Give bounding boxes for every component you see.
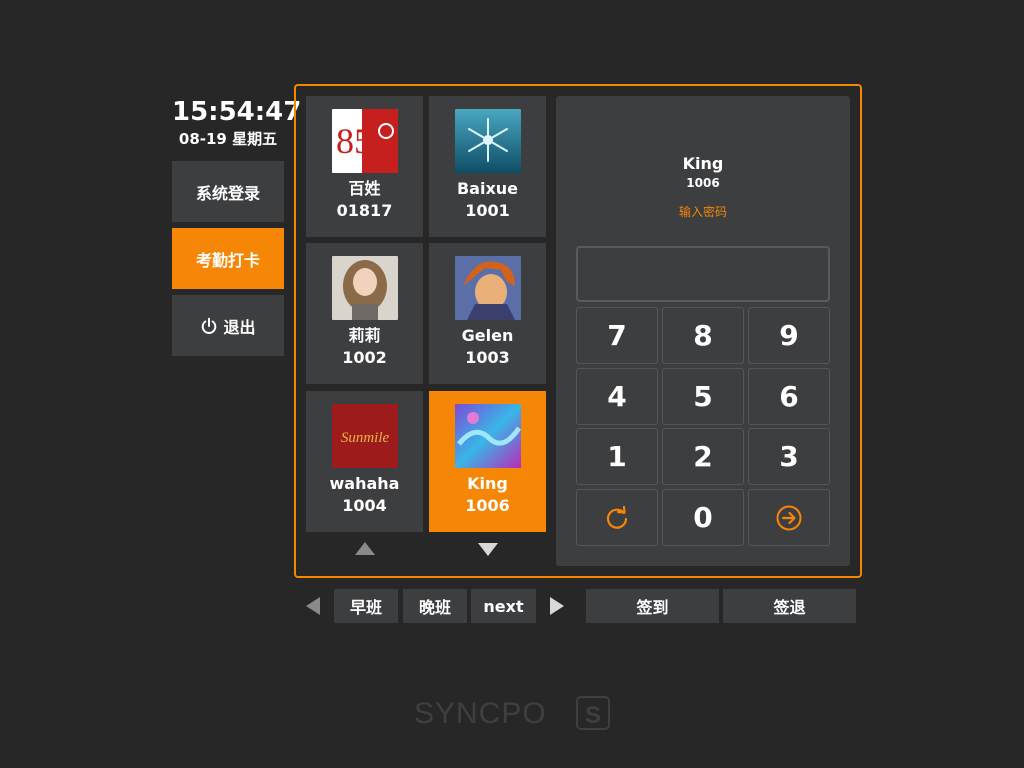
key-4[interactable]: 4 xyxy=(576,368,658,425)
key-8[interactable]: 8 xyxy=(662,307,744,364)
clock-time: 15:54:47 xyxy=(172,97,302,127)
user-id: 01817 xyxy=(336,201,393,220)
user-name: Gelen xyxy=(461,326,514,345)
triangle-left-icon[interactable] xyxy=(305,597,321,615)
key-6[interactable]: 6 xyxy=(748,368,830,425)
keypad-panel: King 1006 输入密码 7 8 9 4 5 6 1 2 3 0 xyxy=(556,96,850,566)
user-name: King xyxy=(467,474,508,493)
evening-shift-label: 晚班 xyxy=(418,598,451,617)
avatar xyxy=(454,256,521,320)
password-hint: 输入密码 xyxy=(678,205,727,219)
user-id: 1001 xyxy=(465,201,510,220)
system-login-button[interactable]: 系统登录 xyxy=(172,161,284,222)
user-name: 莉莉 xyxy=(348,326,381,345)
arrow-circle-right-icon xyxy=(776,505,802,530)
user-card[interactable]: Baixue 1001 xyxy=(429,96,546,237)
brand-name: SYNCPO xyxy=(414,697,547,730)
morning-shift-label: 早班 xyxy=(349,598,382,617)
password-input[interactable] xyxy=(576,246,830,302)
brand-mark: S xyxy=(585,702,601,729)
avatar xyxy=(331,256,398,320)
selected-user-name: King xyxy=(682,154,724,173)
avatar xyxy=(454,109,521,173)
key-7[interactable]: 7 xyxy=(576,307,658,364)
sign-out-button[interactable]: 签退 xyxy=(723,589,856,623)
user-id: 1002 xyxy=(342,348,387,367)
sign-in-label: 签到 xyxy=(636,598,669,617)
refresh-icon xyxy=(606,505,628,529)
sign-in-button[interactable]: 签到 xyxy=(586,589,719,623)
user-card[interactable]: 莉莉 1002 xyxy=(306,243,423,384)
user-card[interactable]: 85 百姓 01817 xyxy=(306,96,423,237)
user-id: 1004 xyxy=(342,496,387,515)
evening-shift-button[interactable]: 晚班 xyxy=(403,589,467,623)
user-card[interactable]: Sunmile wahaha 1004 xyxy=(306,391,423,532)
next-shift-label: next xyxy=(483,596,524,616)
morning-shift-button[interactable]: 早班 xyxy=(334,589,398,623)
triangle-up-icon[interactable] xyxy=(355,542,375,556)
clock-date: 08-19 星期五 xyxy=(178,130,278,148)
avatar: 85 xyxy=(331,109,398,173)
avatar xyxy=(454,404,521,468)
key-1[interactable]: 1 xyxy=(576,428,658,485)
avatar-logo-text: 85 xyxy=(336,121,372,161)
logout-button[interactable]: 退出 xyxy=(172,295,284,356)
key-3[interactable]: 3 xyxy=(748,428,830,485)
avatar-brand-text: Sunmile xyxy=(340,430,389,446)
key-5[interactable]: 5 xyxy=(662,368,744,425)
reset-button[interactable] xyxy=(576,489,658,546)
user-name: Baixue xyxy=(456,179,519,198)
selected-user-id: 1006 xyxy=(686,176,720,190)
user-name: wahaha xyxy=(329,474,400,493)
avatar: Sunmile xyxy=(331,404,398,468)
triangle-down-icon[interactable] xyxy=(478,542,498,556)
user-name: 百姓 xyxy=(348,179,381,198)
triangle-right-icon[interactable] xyxy=(549,597,565,615)
brand-logo: SYNCPO S xyxy=(414,696,610,730)
user-id: 1003 xyxy=(465,348,510,367)
clock: 15:54:47 08-19 星期五 xyxy=(172,96,302,150)
power-icon xyxy=(202,317,217,334)
submit-button[interactable] xyxy=(748,489,830,546)
user-card[interactable]: Gelen 1003 xyxy=(429,243,546,384)
key-9[interactable]: 9 xyxy=(748,307,830,364)
user-card-selected[interactable]: King 1006 xyxy=(429,391,546,532)
key-0[interactable]: 0 xyxy=(662,489,744,546)
next-shift-button[interactable]: next xyxy=(471,589,536,623)
attendance-button[interactable]: 考勤打卡 xyxy=(172,228,284,289)
logout-label: 退出 xyxy=(223,317,256,337)
attendance-label: 考勤打卡 xyxy=(195,250,260,270)
sign-out-label: 签退 xyxy=(773,598,806,617)
user-id: 1006 xyxy=(465,496,510,515)
key-2[interactable]: 2 xyxy=(662,428,744,485)
system-login-label: 系统登录 xyxy=(195,183,260,203)
